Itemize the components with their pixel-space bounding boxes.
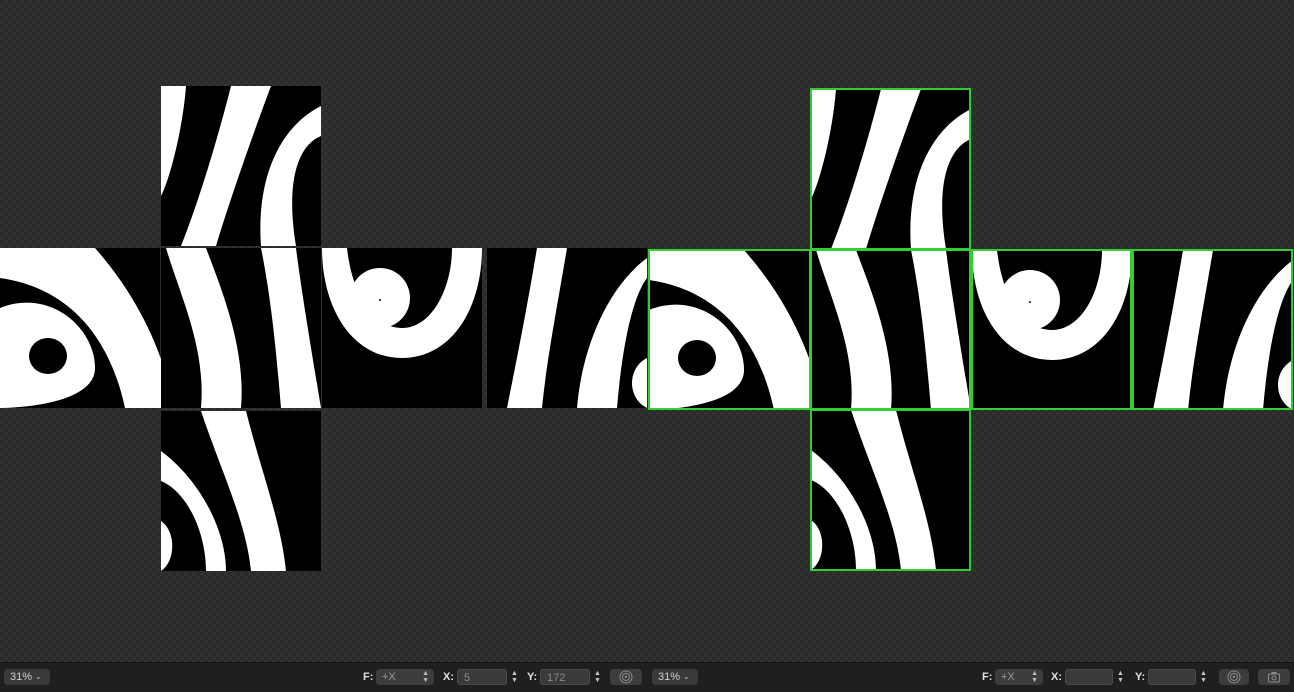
left-y-value: 172 bbox=[547, 672, 566, 684]
right-face-popup[interactable]: +X ▲ ▼ bbox=[995, 669, 1043, 685]
face-top-right bbox=[811, 89, 971, 249]
left-face-value: +X bbox=[382, 671, 396, 683]
left-y-field[interactable]: 172 bbox=[540, 669, 590, 685]
face-right-right bbox=[972, 250, 1132, 410]
left-pane-toolbar: 31% ⌄ F: +X ▲ ▼ X: 5 ▲ ▼ Y: 172 ▲ ▼ bbox=[0, 663, 647, 692]
left-x-stepper[interactable]: ▲ ▼ bbox=[510, 670, 519, 686]
face-left-left bbox=[0, 248, 175, 408]
canvas-area[interactable] bbox=[0, 0, 1294, 662]
face-back-left bbox=[487, 248, 647, 408]
right-y-field[interactable] bbox=[1148, 669, 1196, 685]
face-right-left bbox=[322, 248, 482, 408]
face-front-left bbox=[161, 248, 321, 408]
face-back-right bbox=[1133, 250, 1293, 410]
left-target-button[interactable] bbox=[610, 669, 642, 685]
left-y-stepper[interactable]: ▲ ▼ bbox=[593, 670, 602, 686]
chevron-down-icon: ⌄ bbox=[683, 672, 690, 681]
left-x-label: X: bbox=[443, 671, 454, 683]
right-x-label: X: bbox=[1051, 671, 1062, 683]
left-x-field[interactable]: 5 bbox=[457, 669, 507, 685]
face-top-left bbox=[161, 86, 321, 246]
right-y-stepper[interactable]: ▲ ▼ bbox=[1199, 670, 1208, 686]
right-face-label: F: bbox=[982, 671, 993, 683]
right-x-stepper[interactable]: ▲ ▼ bbox=[1116, 670, 1125, 686]
up-down-arrows-icon: ▲ ▼ bbox=[1031, 670, 1038, 684]
chevron-down-icon: ⌄ bbox=[35, 672, 42, 681]
target-icon bbox=[1227, 670, 1241, 684]
left-x-value: 5 bbox=[464, 672, 471, 684]
right-x-field[interactable] bbox=[1065, 669, 1113, 685]
face-bottom-left bbox=[161, 411, 321, 571]
face-bottom-right bbox=[811, 410, 971, 570]
camera-icon bbox=[1268, 672, 1280, 683]
right-zoom-value: 31% bbox=[658, 671, 681, 683]
right-face-value: +X bbox=[1001, 671, 1015, 683]
left-zoom-popup[interactable]: 31% ⌄ bbox=[4, 669, 50, 685]
up-down-arrows-icon: ▲ ▼ bbox=[422, 670, 429, 684]
left-zoom-value: 31% bbox=[10, 671, 33, 683]
right-zoom-popup[interactable]: 31% ⌄ bbox=[652, 669, 698, 685]
cubemap-views bbox=[0, 86, 1293, 571]
target-icon bbox=[619, 670, 633, 684]
right-pane-toolbar: 31% ⌄ F: +X ▲ ▼ X: ▲ ▼ Y: ▲ ▼ bbox=[647, 663, 1294, 692]
left-y-label: Y: bbox=[527, 671, 538, 683]
status-bar: 31% ⌄ F: +X ▲▼ X: 5 ▲▼ Y: 172 ▲▼ 31% bbox=[0, 662, 1294, 692]
right-y-label: Y: bbox=[1135, 671, 1146, 683]
left-cross-preview bbox=[0, 86, 647, 571]
right-target-button[interactable] bbox=[1219, 669, 1249, 685]
left-face-popup[interactable]: +X ▲ ▼ bbox=[376, 669, 434, 685]
right-camera-button[interactable] bbox=[1258, 669, 1290, 685]
face-front-right bbox=[811, 250, 971, 410]
right-cross-preview bbox=[648, 88, 1293, 571]
face-left-right bbox=[649, 250, 824, 410]
left-face-label: F: bbox=[363, 671, 374, 683]
